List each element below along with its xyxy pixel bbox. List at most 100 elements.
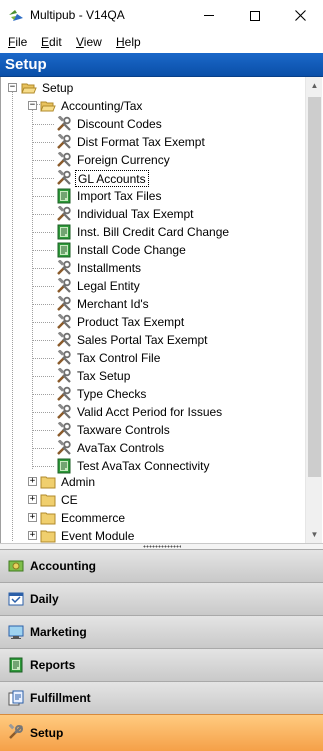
- tree-label: Tax Control File: [77, 350, 161, 365]
- scroll-thumb[interactable]: [308, 97, 321, 477]
- tree-scrollbar[interactable]: ▲ ▼: [305, 77, 322, 543]
- tree-label: Event Module: [61, 528, 135, 543]
- menu-help[interactable]: Help: [116, 35, 141, 49]
- tree-label: Taxware Controls: [77, 422, 170, 437]
- tools-icon: [57, 368, 71, 383]
- maximize-button[interactable]: [232, 0, 278, 31]
- tree-item[interactable]: Individual Tax Exempt: [56, 205, 196, 223]
- tools-icon: [57, 206, 71, 221]
- open-folder-icon: [21, 83, 37, 94]
- tree-item[interactable]: Taxware Controls: [56, 421, 172, 439]
- green-form-icon: [57, 458, 71, 474]
- tools-icon: [57, 404, 71, 419]
- folder-expander[interactable]: +: [28, 531, 37, 540]
- tree-label: Discount Codes: [77, 116, 162, 131]
- scroll-down-icon[interactable]: ▼: [306, 526, 323, 543]
- tree-label: CE: [61, 492, 78, 507]
- tree-folder[interactable]: Ecommerce: [40, 509, 127, 527]
- tools-icon: [57, 152, 71, 167]
- tree-root-setup[interactable]: Setup: [21, 79, 75, 97]
- tools-icon: [57, 440, 71, 455]
- tree-item[interactable]: Tax Control File: [56, 349, 162, 367]
- tree-item[interactable]: Installments: [56, 259, 143, 277]
- nav-label: Fulfillment: [30, 691, 91, 705]
- tree-item[interactable]: Merchant Id's: [56, 295, 151, 313]
- root-expander[interactable]: −: [8, 83, 17, 92]
- tools-icon: [57, 296, 71, 311]
- nav-button-reports[interactable]: Reports: [0, 648, 323, 681]
- tree-label: Type Checks: [77, 386, 147, 401]
- menu-bar: File Edit View Help: [0, 31, 323, 53]
- marketing-icon: [8, 625, 24, 639]
- tree-item[interactable]: Dist Format Tax Exempt: [56, 133, 207, 151]
- tree-label: Legal Entity: [77, 278, 140, 293]
- daily-icon: [8, 592, 24, 606]
- tree-label: Admin: [61, 474, 96, 489]
- accounting-icon: [8, 560, 24, 572]
- app-logo-icon: [9, 10, 23, 21]
- tree-item[interactable]: Inst. Bill Credit Card Change: [56, 223, 231, 241]
- folder-expander[interactable]: +: [28, 477, 37, 486]
- reports-icon: [9, 657, 23, 673]
- scroll-up-icon[interactable]: ▲: [306, 77, 323, 94]
- nav-button-daily[interactable]: Daily: [0, 582, 323, 615]
- nav-button-marketing[interactable]: Marketing: [0, 615, 323, 648]
- tree-item[interactable]: Type Checks: [56, 385, 148, 403]
- tree-item[interactable]: Sales Portal Tax Exempt: [56, 331, 210, 349]
- tools-icon: [57, 260, 71, 275]
- green-form-icon: [57, 188, 71, 204]
- tree-folder-accounting-tax[interactable]: Accounting/Tax: [40, 97, 144, 115]
- tree-label: Product Tax Exempt: [77, 314, 185, 329]
- tree-item[interactable]: GL Accounts: [56, 169, 149, 187]
- tree-label: Test AvaTax Connectivity: [77, 458, 210, 473]
- maximize-icon: [250, 10, 260, 21]
- section-title: Setup: [5, 56, 47, 73]
- menu-view[interactable]: View: [76, 35, 102, 49]
- tree-label: Valid Acct Period for Issues: [77, 404, 223, 419]
- nav-button-fulfillment[interactable]: Fulfillment: [0, 681, 323, 714]
- close-button[interactable]: [277, 0, 323, 31]
- folder-icon: [40, 494, 56, 507]
- tools-icon: [57, 350, 71, 365]
- nav-label: Marketing: [30, 625, 87, 639]
- nav-button-accounting[interactable]: Accounting: [0, 549, 323, 582]
- nav-button-setup[interactable]: Setup: [0, 714, 323, 751]
- nav-label: Reports: [30, 658, 76, 672]
- tree-label: Tax Setup: [77, 368, 131, 383]
- section-header: Setup: [0, 53, 323, 77]
- setup-icon: [8, 724, 23, 739]
- tree-item[interactable]: Foreign Currency: [56, 151, 172, 169]
- tree-item[interactable]: Discount Codes: [56, 115, 164, 133]
- minimize-icon: [204, 15, 214, 16]
- nav-label: Setup: [30, 726, 64, 740]
- tools-icon: [57, 134, 71, 149]
- tree-label: Import Tax Files: [77, 188, 162, 203]
- tree-item[interactable]: Import Tax Files: [56, 187, 163, 205]
- tree-label: Sales Portal Tax Exempt: [77, 332, 208, 347]
- tree-item[interactable]: AvaTax Controls: [56, 439, 166, 457]
- tools-icon: [57, 422, 71, 437]
- tree-item[interactable]: Legal Entity: [56, 277, 142, 295]
- tree-item[interactable]: Product Tax Exempt: [56, 313, 186, 331]
- menu-file[interactable]: File: [8, 35, 27, 49]
- folder-expander[interactable]: +: [28, 513, 37, 522]
- green-form-icon: [57, 242, 71, 258]
- tree-label: Merchant Id's: [77, 296, 149, 311]
- tree-item[interactable]: Tax Setup: [56, 367, 132, 385]
- tree-folder[interactable]: Event Module: [40, 527, 136, 543]
- tree-item[interactable]: Install Code Change: [56, 241, 188, 259]
- tree-label: Individual Tax Exempt: [77, 206, 194, 221]
- setup-tree: − Setup − Accounting/Tax Discount Codes D…: [0, 77, 323, 543]
- tree-label: Install Code Change: [77, 242, 186, 257]
- nav-label: Accounting: [30, 559, 96, 573]
- close-icon: [294, 10, 306, 21]
- tree-folder[interactable]: CE: [40, 491, 80, 509]
- tree-item[interactable]: Valid Acct Period for Issues: [56, 403, 224, 421]
- green-form-icon: [57, 224, 71, 240]
- folder-expander[interactable]: +: [28, 495, 37, 504]
- menu-edit[interactable]: Edit: [41, 35, 62, 49]
- tree-label: GL Accounts: [75, 169, 149, 187]
- accounting-expander[interactable]: −: [28, 101, 37, 110]
- minimize-button[interactable]: [186, 0, 232, 31]
- tree-folder[interactable]: Admin: [40, 473, 97, 491]
